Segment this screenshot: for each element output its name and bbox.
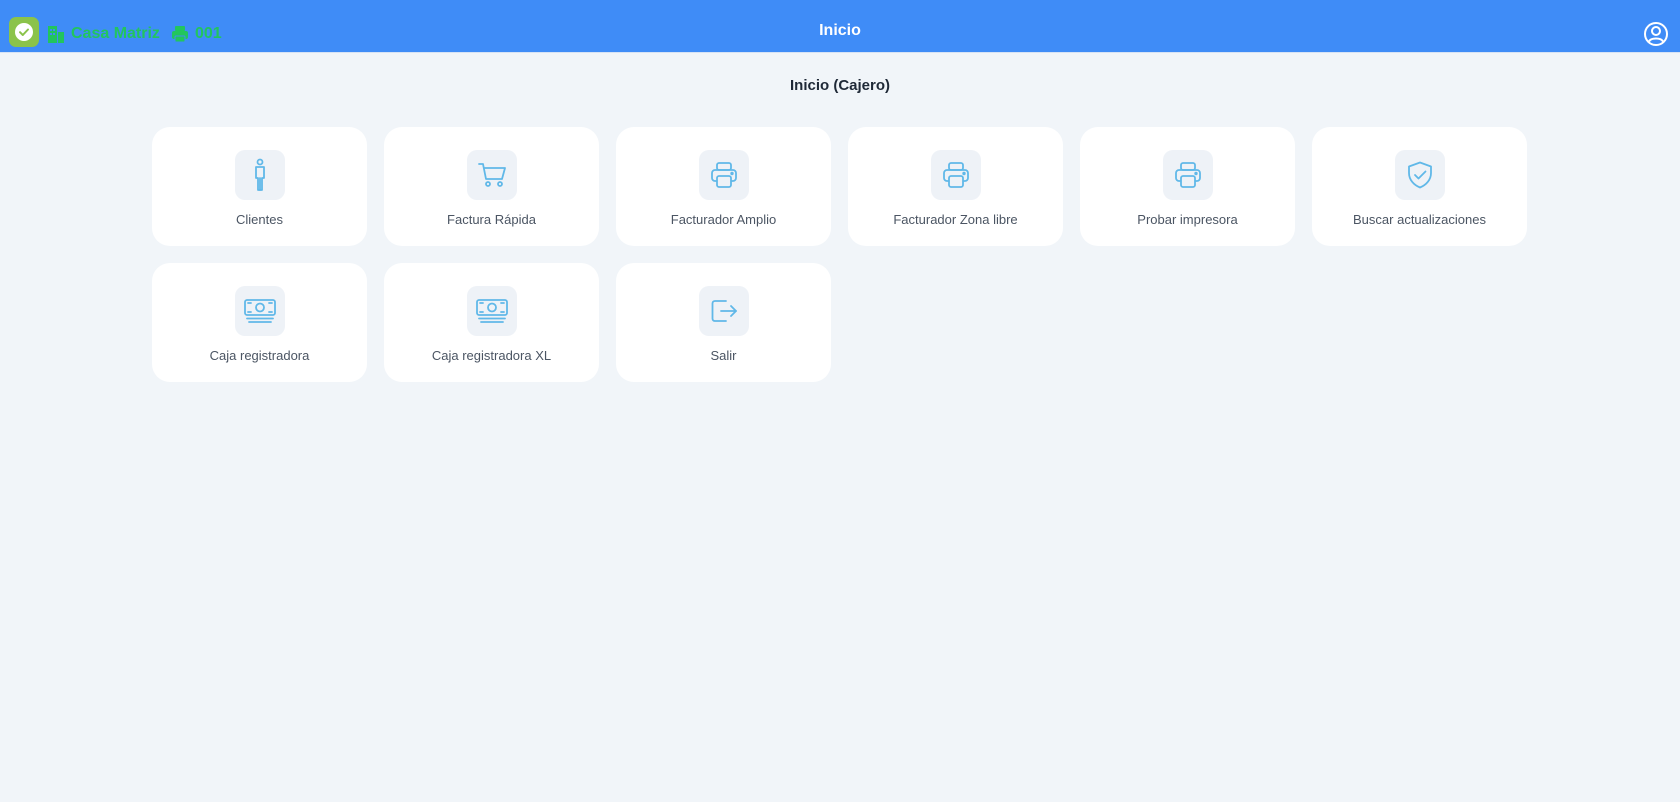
menu-grid: Clientes Factura Rápida Facturador Ampli… (152, 127, 1527, 382)
app-logo[interactable] (9, 17, 39, 47)
tile-caja-registradora-xl[interactable]: Caja registradora XL (384, 263, 599, 382)
top-bar: Casa Matriz 001 Inicio (0, 0, 1680, 53)
cash-icon (234, 286, 285, 336)
printer-selector[interactable]: 001 (171, 21, 222, 47)
tile-label: Caja registradora (209, 348, 310, 363)
check-circle-icon (15, 23, 33, 41)
tile-buscar-actualizaciones[interactable]: Buscar actualizaciones (1312, 127, 1527, 246)
tile-label: Facturador Amplio (670, 212, 777, 227)
tile-facturador-amplio[interactable]: Facturador Amplio (616, 127, 831, 246)
building-icon (48, 26, 64, 43)
tile-label: Probar impresora (1137, 212, 1238, 227)
tile-probar-impresora[interactable]: Probar impresora (1080, 127, 1295, 246)
tile-salir[interactable]: Salir (616, 263, 831, 382)
cash-icon (466, 286, 517, 336)
branch-name: Casa Matriz (71, 25, 160, 42)
tile-facturador-zona-libre[interactable]: Facturador Zona libre (848, 127, 1063, 246)
printer-icon (172, 26, 188, 43)
printer-icon (698, 150, 749, 200)
branch-selector[interactable]: Casa Matriz (47, 21, 160, 47)
printer-number: 001 (195, 25, 222, 42)
shield-check-icon (1394, 150, 1445, 200)
tile-label: Facturador Zona libre (893, 212, 1018, 227)
cart-icon (466, 150, 517, 200)
tile-factura-rapida[interactable]: Factura Rápida (384, 127, 599, 246)
printer-icon (930, 150, 981, 200)
tile-label: Caja registradora XL (431, 348, 552, 363)
logout-icon (698, 286, 749, 336)
tile-caja-registradora[interactable]: Caja registradora (152, 263, 367, 382)
printer-icon (1162, 150, 1213, 200)
person-icon (234, 150, 285, 200)
tile-clientes[interactable]: Clientes (152, 127, 367, 246)
user-account-icon[interactable] (1643, 21, 1669, 47)
tile-label: Buscar actualizaciones (1353, 212, 1486, 227)
tile-label: Factura Rápida (447, 212, 536, 227)
page-title: Inicio (Cajero) (789, 77, 890, 94)
tile-label: Salir (710, 348, 737, 363)
tile-label: Clientes (236, 212, 283, 227)
top-bar-title: Inicio (819, 22, 861, 39)
